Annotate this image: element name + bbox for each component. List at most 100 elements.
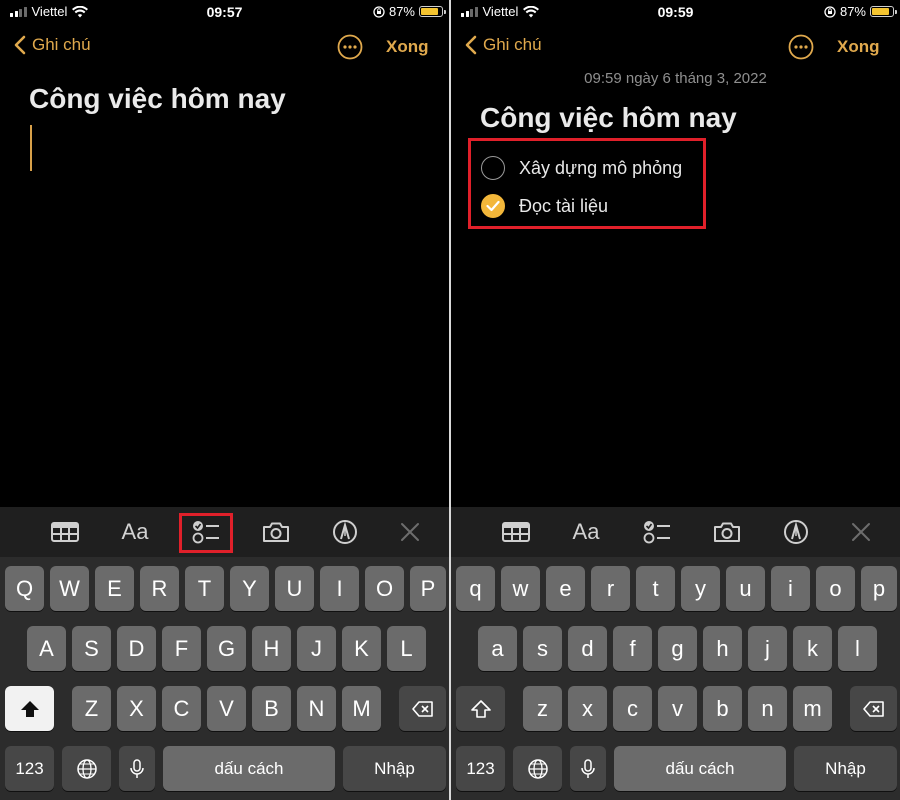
mic-key[interactable] xyxy=(570,746,606,791)
more-options-icon[interactable] xyxy=(337,34,363,60)
key-v[interactable]: V xyxy=(207,686,246,731)
camera-button[interactable] xyxy=(259,517,293,547)
key-l[interactable]: l xyxy=(838,626,877,671)
globe-icon xyxy=(527,758,548,779)
note-title[interactable]: Công việc hôm nay xyxy=(480,102,737,134)
numbers-key[interactable]: 123 xyxy=(5,746,54,791)
note-title[interactable]: Công việc hôm nay xyxy=(29,83,286,115)
orientation-lock-icon xyxy=(824,5,836,18)
key-q[interactable]: q xyxy=(456,566,495,611)
key-o[interactable]: O xyxy=(365,566,404,611)
key-s[interactable]: S xyxy=(72,626,111,671)
done-button[interactable]: Xong xyxy=(837,37,880,57)
globe-icon xyxy=(76,758,97,779)
key-j[interactable]: j xyxy=(748,626,787,671)
key-u[interactable]: u xyxy=(726,566,765,611)
close-toolbar-button[interactable] xyxy=(844,517,878,547)
key-h[interactable]: h xyxy=(703,626,742,671)
key-v[interactable]: v xyxy=(658,686,697,731)
key-k[interactable]: k xyxy=(793,626,832,671)
key-t[interactable]: T xyxy=(185,566,224,611)
format-button[interactable]: Aa xyxy=(569,517,603,547)
key-w[interactable]: W xyxy=(50,566,89,611)
checklist-button[interactable] xyxy=(640,517,674,547)
key-t[interactable]: t xyxy=(636,566,675,611)
done-button[interactable]: Xong xyxy=(386,37,429,57)
markup-button[interactable] xyxy=(328,517,362,547)
return-key[interactable]: Nhập xyxy=(343,746,446,791)
table-button[interactable] xyxy=(499,517,533,547)
globe-key[interactable] xyxy=(513,746,562,791)
microphone-icon xyxy=(581,758,595,778)
key-f[interactable]: F xyxy=(162,626,201,671)
key-s[interactable]: s xyxy=(523,626,562,671)
table-button[interactable] xyxy=(48,517,82,547)
key-c[interactable]: c xyxy=(613,686,652,731)
back-label: Ghi chú xyxy=(483,35,542,54)
key-w[interactable]: w xyxy=(501,566,540,611)
key-h[interactable]: H xyxy=(252,626,291,671)
close-toolbar-button[interactable] xyxy=(393,517,427,547)
key-y[interactable]: y xyxy=(681,566,720,611)
format-toolbar: Aa xyxy=(451,507,900,557)
numbers-key[interactable]: 123 xyxy=(456,746,505,791)
space-key[interactable]: dấu cách xyxy=(614,746,786,791)
back-button[interactable]: Ghi chú xyxy=(14,35,91,55)
key-o[interactable]: o xyxy=(816,566,855,611)
key-a[interactable]: A xyxy=(27,626,66,671)
key-e[interactable]: E xyxy=(95,566,134,611)
key-z[interactable]: Z xyxy=(72,686,111,731)
chevron-left-icon xyxy=(465,35,477,55)
key-u[interactable]: U xyxy=(275,566,314,611)
key-f[interactable]: f xyxy=(613,626,652,671)
key-l[interactable]: L xyxy=(387,626,426,671)
key-x[interactable]: X xyxy=(117,686,156,731)
key-y[interactable]: Y xyxy=(230,566,269,611)
key-g[interactable]: g xyxy=(658,626,697,671)
microphone-icon xyxy=(130,758,144,778)
camera-button[interactable] xyxy=(710,517,744,547)
globe-key[interactable] xyxy=(62,746,111,791)
key-a[interactable]: a xyxy=(478,626,517,671)
battery-icon xyxy=(870,6,897,17)
delete-key[interactable] xyxy=(399,686,446,731)
key-m[interactable]: m xyxy=(793,686,832,731)
status-bar: Viettel 09:57 87% xyxy=(0,0,449,24)
backspace-icon xyxy=(862,700,884,717)
nav-bar: Ghi chú Xong xyxy=(451,30,900,64)
format-button[interactable]: Aa xyxy=(118,517,152,547)
key-i[interactable]: I xyxy=(320,566,359,611)
key-q[interactable]: Q xyxy=(5,566,44,611)
key-e[interactable]: e xyxy=(546,566,585,611)
note-date: 09:59 ngày 6 tháng 3, 2022 xyxy=(584,70,767,87)
key-r[interactable]: R xyxy=(140,566,179,611)
key-n[interactable]: N xyxy=(297,686,336,731)
key-i[interactable]: i xyxy=(771,566,810,611)
key-b[interactable]: B xyxy=(252,686,291,731)
shift-key[interactable] xyxy=(456,686,505,731)
key-p[interactable]: P xyxy=(410,566,446,611)
key-j[interactable]: J xyxy=(297,626,336,671)
key-z[interactable]: z xyxy=(523,686,562,731)
key-m[interactable]: M xyxy=(342,686,381,731)
key-r[interactable]: r xyxy=(591,566,630,611)
back-button[interactable]: Ghi chú xyxy=(465,35,542,55)
return-key[interactable]: Nhập xyxy=(794,746,897,791)
shift-key[interactable] xyxy=(5,686,54,731)
battery-percent: 87% xyxy=(388,4,415,19)
key-n[interactable]: n xyxy=(748,686,787,731)
mic-key[interactable] xyxy=(119,746,155,791)
more-options-icon[interactable] xyxy=(788,34,814,60)
space-key[interactable]: dấu cách xyxy=(163,746,335,791)
delete-key[interactable] xyxy=(850,686,897,731)
key-c[interactable]: C xyxy=(162,686,201,731)
markup-button[interactable] xyxy=(779,517,813,547)
key-k[interactable]: K xyxy=(342,626,381,671)
key-p[interactable]: p xyxy=(861,566,897,611)
key-d[interactable]: D xyxy=(117,626,156,671)
key-b[interactable]: b xyxy=(703,686,742,731)
key-g[interactable]: G xyxy=(207,626,246,671)
key-d[interactable]: d xyxy=(568,626,607,671)
key-x[interactable]: x xyxy=(568,686,607,731)
close-icon xyxy=(852,523,870,541)
